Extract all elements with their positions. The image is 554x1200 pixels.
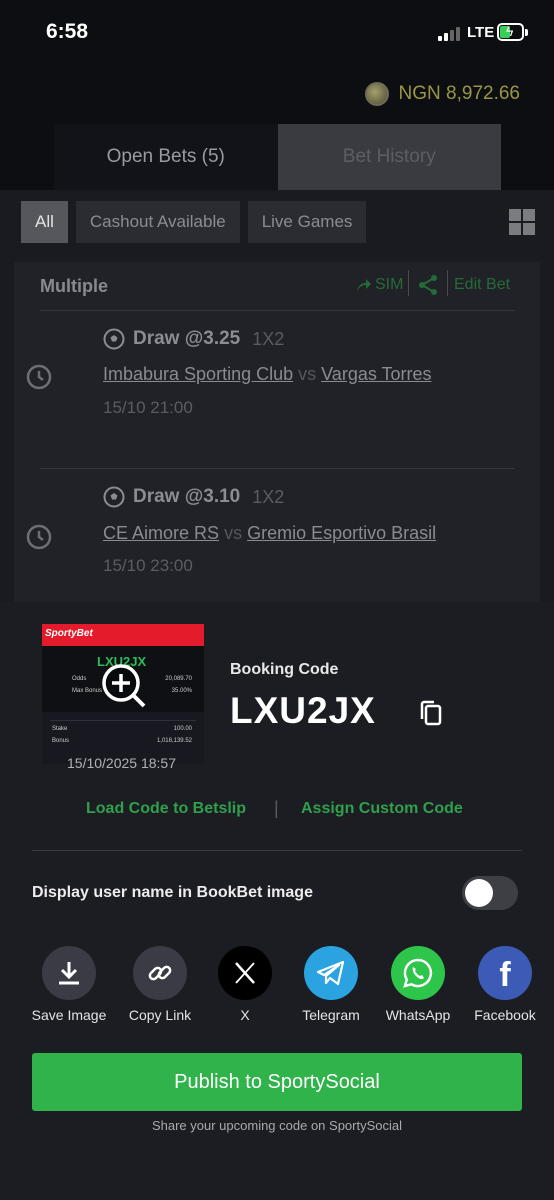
filter-live-games[interactable]: Live Games <box>247 201 367 243</box>
sim-label: SIM <box>375 276 404 293</box>
share-label: Save Image <box>31 1007 107 1023</box>
copy-icon[interactable] <box>419 700 443 726</box>
leg-title: Draw @3.25 1X2 <box>103 328 284 350</box>
grid-view-icon[interactable] <box>509 209 535 235</box>
leg-market: 1X2 <box>252 486 285 507</box>
bet-type-title: Multiple <box>40 276 108 296</box>
display-username-toggle[interactable] <box>462 876 518 910</box>
link-icon <box>148 965 172 981</box>
tab-open-bets[interactable]: Open Bets (5) <box>54 124 278 190</box>
thumbnail-bonus-value: 35.00% <box>171 688 192 694</box>
x-logo-icon <box>235 962 255 984</box>
display-username-label: Display user name in BookBet image <box>32 884 313 901</box>
network-type: LTE <box>467 24 495 41</box>
facebook-icon: f <box>499 955 511 994</box>
publish-to-sportysocial-button[interactable]: Publish to SportySocial <box>32 1053 522 1111</box>
divider <box>40 468 515 469</box>
balance-amount: NGN 8,972.66 <box>398 83 520 104</box>
leg-time: 15/10 23:00 <box>103 556 193 575</box>
home-team[interactable]: Imbabura Sporting Club <box>103 364 293 384</box>
share-label: Telegram <box>302 1007 360 1023</box>
share-telegram[interactable]: Telegram <box>288 946 374 1023</box>
soccer-ball-icon <box>103 328 125 350</box>
thumbnail-odds-value: 20,089.70 <box>165 676 192 682</box>
thumbnail-stake-value: 100.00 <box>173 726 192 732</box>
bet-card[interactable]: Multiple SIM Edit Bet Draw @3.25 1X2 Imb… <box>14 262 540 622</box>
telegram-icon <box>316 960 345 986</box>
share-arrow-icon <box>357 279 371 291</box>
away-team[interactable]: Vargas Torres <box>321 364 431 384</box>
soccer-ball-icon <box>103 486 125 508</box>
share-x[interactable]: X <box>202 946 288 1023</box>
clock-icon <box>26 364 52 390</box>
share-copy-link[interactable]: Copy Link <box>117 946 203 1023</box>
clock-icon <box>26 524 52 550</box>
download-icon <box>59 962 79 985</box>
assign-custom-code-link[interactable]: Assign Custom Code <box>301 800 463 818</box>
thumbnail-bonus2-value: 1,018,139.52 <box>156 738 192 744</box>
leg-time: 15/10 21:00 <box>103 398 193 417</box>
thumbnail-stake-label: Stake <box>52 726 68 732</box>
leg-title: Draw @3.10 1X2 <box>103 486 284 508</box>
share-bottom-sheet: SportyBet LXU2JX Odds 20,089.70 Max Bonus… <box>0 602 554 1200</box>
status-bar: 6:58 LTE ϟ <box>0 0 554 66</box>
home-team[interactable]: CE Aimore RS <box>103 523 219 543</box>
thumbnail-date: 15/10/2025 18:57 <box>67 755 176 771</box>
divider <box>32 850 522 851</box>
filter-cashout-available[interactable]: Cashout Available <box>75 201 240 243</box>
vs-label: vs <box>224 523 243 543</box>
share-targets: Save Image Copy Link X Telegram WhatsApp… <box>0 946 554 1026</box>
link-separator: | <box>274 798 279 818</box>
leg-market: 1X2 <box>252 328 285 349</box>
share-label: Facebook <box>474 1007 536 1023</box>
leg-teams[interactable]: Imbabura Sporting Club vs Vargas Torres <box>103 364 432 385</box>
vs-label: vs <box>298 364 317 384</box>
filter-all[interactable]: All <box>21 201 68 243</box>
balance[interactable]: NGN 8,972.66 <box>364 82 520 106</box>
status-time: 6:58 <box>46 20 89 43</box>
booking-code-label: Booking Code <box>230 661 339 678</box>
whatsapp-icon <box>403 958 433 988</box>
thumbnail-odds-label: Odds <box>72 676 87 682</box>
code-actions: Load Code to Betslip | Assign Custom Cod… <box>0 798 554 824</box>
thumbnail-brand: SportyBet <box>45 628 93 639</box>
tab-bet-history[interactable]: Bet History <box>277 124 501 190</box>
coin-icon <box>364 82 389 106</box>
filter-chips: All Cashout Available Live Games <box>21 201 367 243</box>
publish-subtitle: Share your upcoming code on SportySocial <box>151 1118 403 1133</box>
leg-pick: Draw @3.10 <box>133 486 241 507</box>
zoom-in-icon[interactable] <box>100 662 148 710</box>
booking-code: LXU2JX <box>230 690 376 731</box>
sim-button[interactable]: SIM <box>356 276 403 294</box>
share-facebook[interactable]: f Facebook <box>462 946 548 1023</box>
load-code-link[interactable]: Load Code to Betslip <box>86 800 246 818</box>
thumbnail-bonus2-label: Bonus <box>52 738 70 744</box>
share-label: WhatsApp <box>385 1007 451 1023</box>
leg-teams[interactable]: CE Aimore RS vs Gremio Esportivo Brasil <box>103 523 436 544</box>
signal-icon <box>438 25 462 41</box>
share-label: Copy Link <box>128 1007 192 1023</box>
share-whatsapp[interactable]: WhatsApp <box>375 946 461 1023</box>
share-save-image[interactable]: Save Image <box>26 946 112 1023</box>
share-icon[interactable] <box>417 274 439 296</box>
bets-tabs: Open Bets (5) Bet History <box>54 124 501 190</box>
divider <box>40 310 515 311</box>
thumbnail-bonus-label: Max Bonus <box>72 688 103 694</box>
battery-icon: ϟ <box>497 23 524 41</box>
share-label: X <box>240 1007 250 1023</box>
away-team[interactable]: Gremio Esportivo Brasil <box>247 523 436 543</box>
edit-bet-button[interactable]: Edit Bet <box>454 276 510 294</box>
leg-pick: Draw @3.25 <box>133 328 241 349</box>
